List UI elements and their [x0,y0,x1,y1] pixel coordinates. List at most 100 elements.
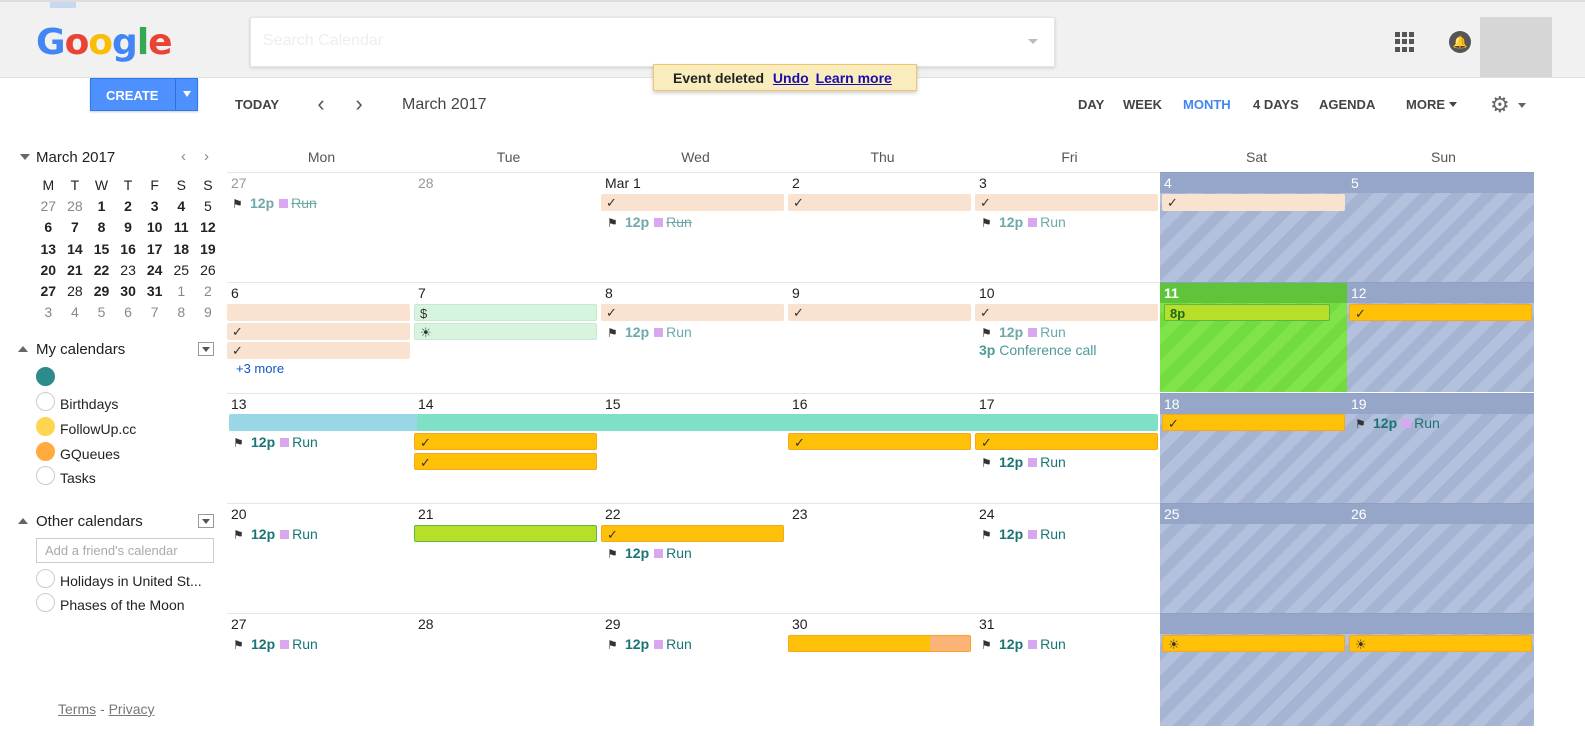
mini-day[interactable]: 17 [141,238,168,259]
mini-day[interactable]: 16 [115,238,142,259]
day-number[interactable]: Mar 1 [605,175,641,191]
calendar-color-swatch[interactable] [36,392,55,411]
day-cell[interactable]: 15 [601,393,788,503]
event-task[interactable] [227,304,410,321]
day-cell[interactable]: 23 [788,503,975,613]
day-cell[interactable]: 24 [975,503,1162,613]
day-number[interactable]: 30 [792,616,808,632]
my-calendars-header[interactable]: My calendars [18,341,125,358]
mini-day[interactable]: 4 [168,195,195,216]
event-run[interactable]: ⚑ 12p Run [233,525,318,543]
mini-day[interactable]: 20 [35,259,62,280]
mini-day[interactable]: 6 [35,217,62,238]
day-cell[interactable] [1347,613,1534,726]
day-number[interactable]: 8 [605,285,613,301]
event-run[interactable]: ⚑ 12p Run [607,635,692,653]
day-cell[interactable]: 19 [1347,393,1534,503]
day-cell[interactable]: 26 [1347,503,1534,613]
event-task[interactable]: ☀ [414,323,597,340]
chevron-left-icon[interactable]: ‹ [311,92,331,116]
mini-day[interactable]: 13 [35,238,62,259]
mini-day[interactable]: 9 [195,302,222,323]
view-month-button[interactable]: MONTH [1183,97,1231,112]
calendar-color-swatch[interactable] [36,417,55,436]
privacy-link[interactable]: Privacy [109,701,155,717]
mini-calendar-title[interactable]: March 2017 [20,149,115,166]
mini-day[interactable]: 9 [115,217,142,238]
mini-day[interactable]: 11 [168,217,195,238]
day-number[interactable]: 3 [979,175,987,191]
event-task[interactable]: ✓ [975,194,1158,211]
other-calendars-header[interactable]: Other calendars [18,513,143,530]
day-number[interactable]: 18 [1164,396,1180,412]
mini-day[interactable]: 10 [141,217,168,238]
day-number[interactable]: 28 [418,616,434,632]
search-input[interactable] [251,18,991,64]
event-conference-call[interactable]: 3p Conference call [979,342,1097,358]
mini-day[interactable]: 7 [62,217,89,238]
search-options-dropdown-icon[interactable] [1028,39,1038,44]
more-events-link[interactable]: +3 more [236,361,284,376]
day-cell[interactable]: 12 [1347,282,1534,392]
mini-next-icon[interactable]: › [204,148,209,165]
day-cell[interactable]: 27 [227,613,414,726]
event-run[interactable]: ⚑ 12p Run [232,194,317,212]
day-cell[interactable]: 4 [1160,172,1347,282]
mini-day[interactable]: 25 [168,259,195,280]
calendar-color-swatch[interactable] [36,593,55,612]
day-cell[interactable]: 21 [414,503,601,613]
event-task[interactable]: ✓ [788,304,971,321]
event-task[interactable]: ✓ [227,323,410,340]
view-day-button[interactable]: DAY [1078,97,1104,112]
day-number[interactable]: 27 [231,616,247,632]
day-number[interactable]: 29 [605,616,621,632]
day-cell[interactable]: 28 [414,613,601,726]
create-dropdown-icon[interactable] [175,79,198,110]
event-run[interactable]: ⚑ 12p Run [607,213,692,231]
calendar-color-swatch[interactable] [36,442,55,461]
mini-day[interactable]: 29 [88,280,115,301]
view-agenda-button[interactable]: AGENDA [1319,97,1375,112]
event-task[interactable]: ✓ [227,342,410,359]
day-number[interactable]: 24 [979,506,995,522]
day-cell[interactable]: 5 [1347,172,1534,282]
day-number[interactable]: 26 [1351,506,1367,522]
calendar-color-swatch[interactable] [36,569,55,588]
view-week-button[interactable]: WEEK [1123,97,1162,112]
mini-day[interactable]: 23 [115,259,142,280]
day-cell[interactable]: 18 [1160,393,1347,503]
mini-day[interactable]: 28 [62,280,89,301]
create-button[interactable]: CREATE [90,78,198,111]
event-task[interactable] [414,525,597,542]
day-cell[interactable] [1160,613,1347,726]
mini-day[interactable]: 7 [141,302,168,323]
event-task[interactable]: ✓ [414,433,597,450]
event-multiday[interactable] [229,414,419,431]
day-number[interactable]: 19 [1351,396,1367,412]
day-number[interactable]: 11 [1164,285,1179,301]
mini-day[interactable]: 2 [115,195,142,216]
mini-day[interactable]: 2 [195,280,222,301]
mini-day[interactable]: 18 [168,238,195,259]
mini-day[interactable]: 31 [141,280,168,301]
event-8p[interactable]: 8p [1164,304,1330,321]
event-task[interactable]: ✓ [1162,414,1345,431]
day-cell[interactable]: 25 [1160,503,1347,613]
today-button[interactable]: TODAY [235,97,279,112]
search-box[interactable] [250,17,1055,67]
learn-more-link[interactable]: Learn more [816,70,892,86]
google-logo[interactable]: Google [36,22,173,63]
event-task[interactable]: ☀ [1349,635,1532,652]
mini-day[interactable]: 30 [115,280,142,301]
day-number[interactable]: 6 [231,285,239,301]
other-calendars-menu-button[interactable] [198,514,214,528]
day-number[interactable]: 20 [231,506,247,522]
mini-day[interactable]: 5 [88,302,115,323]
event-task[interactable]: ✓ [601,304,784,321]
event-task[interactable]: ✓ [788,433,971,450]
mini-day[interactable]: 3 [141,195,168,216]
event-task[interactable]: ✓ [601,194,784,211]
event-run[interactable]: ⚑ 12p Run [233,433,318,451]
event-run[interactable]: ⚑ 12p Run [607,323,692,341]
day-number[interactable]: 15 [605,396,621,412]
